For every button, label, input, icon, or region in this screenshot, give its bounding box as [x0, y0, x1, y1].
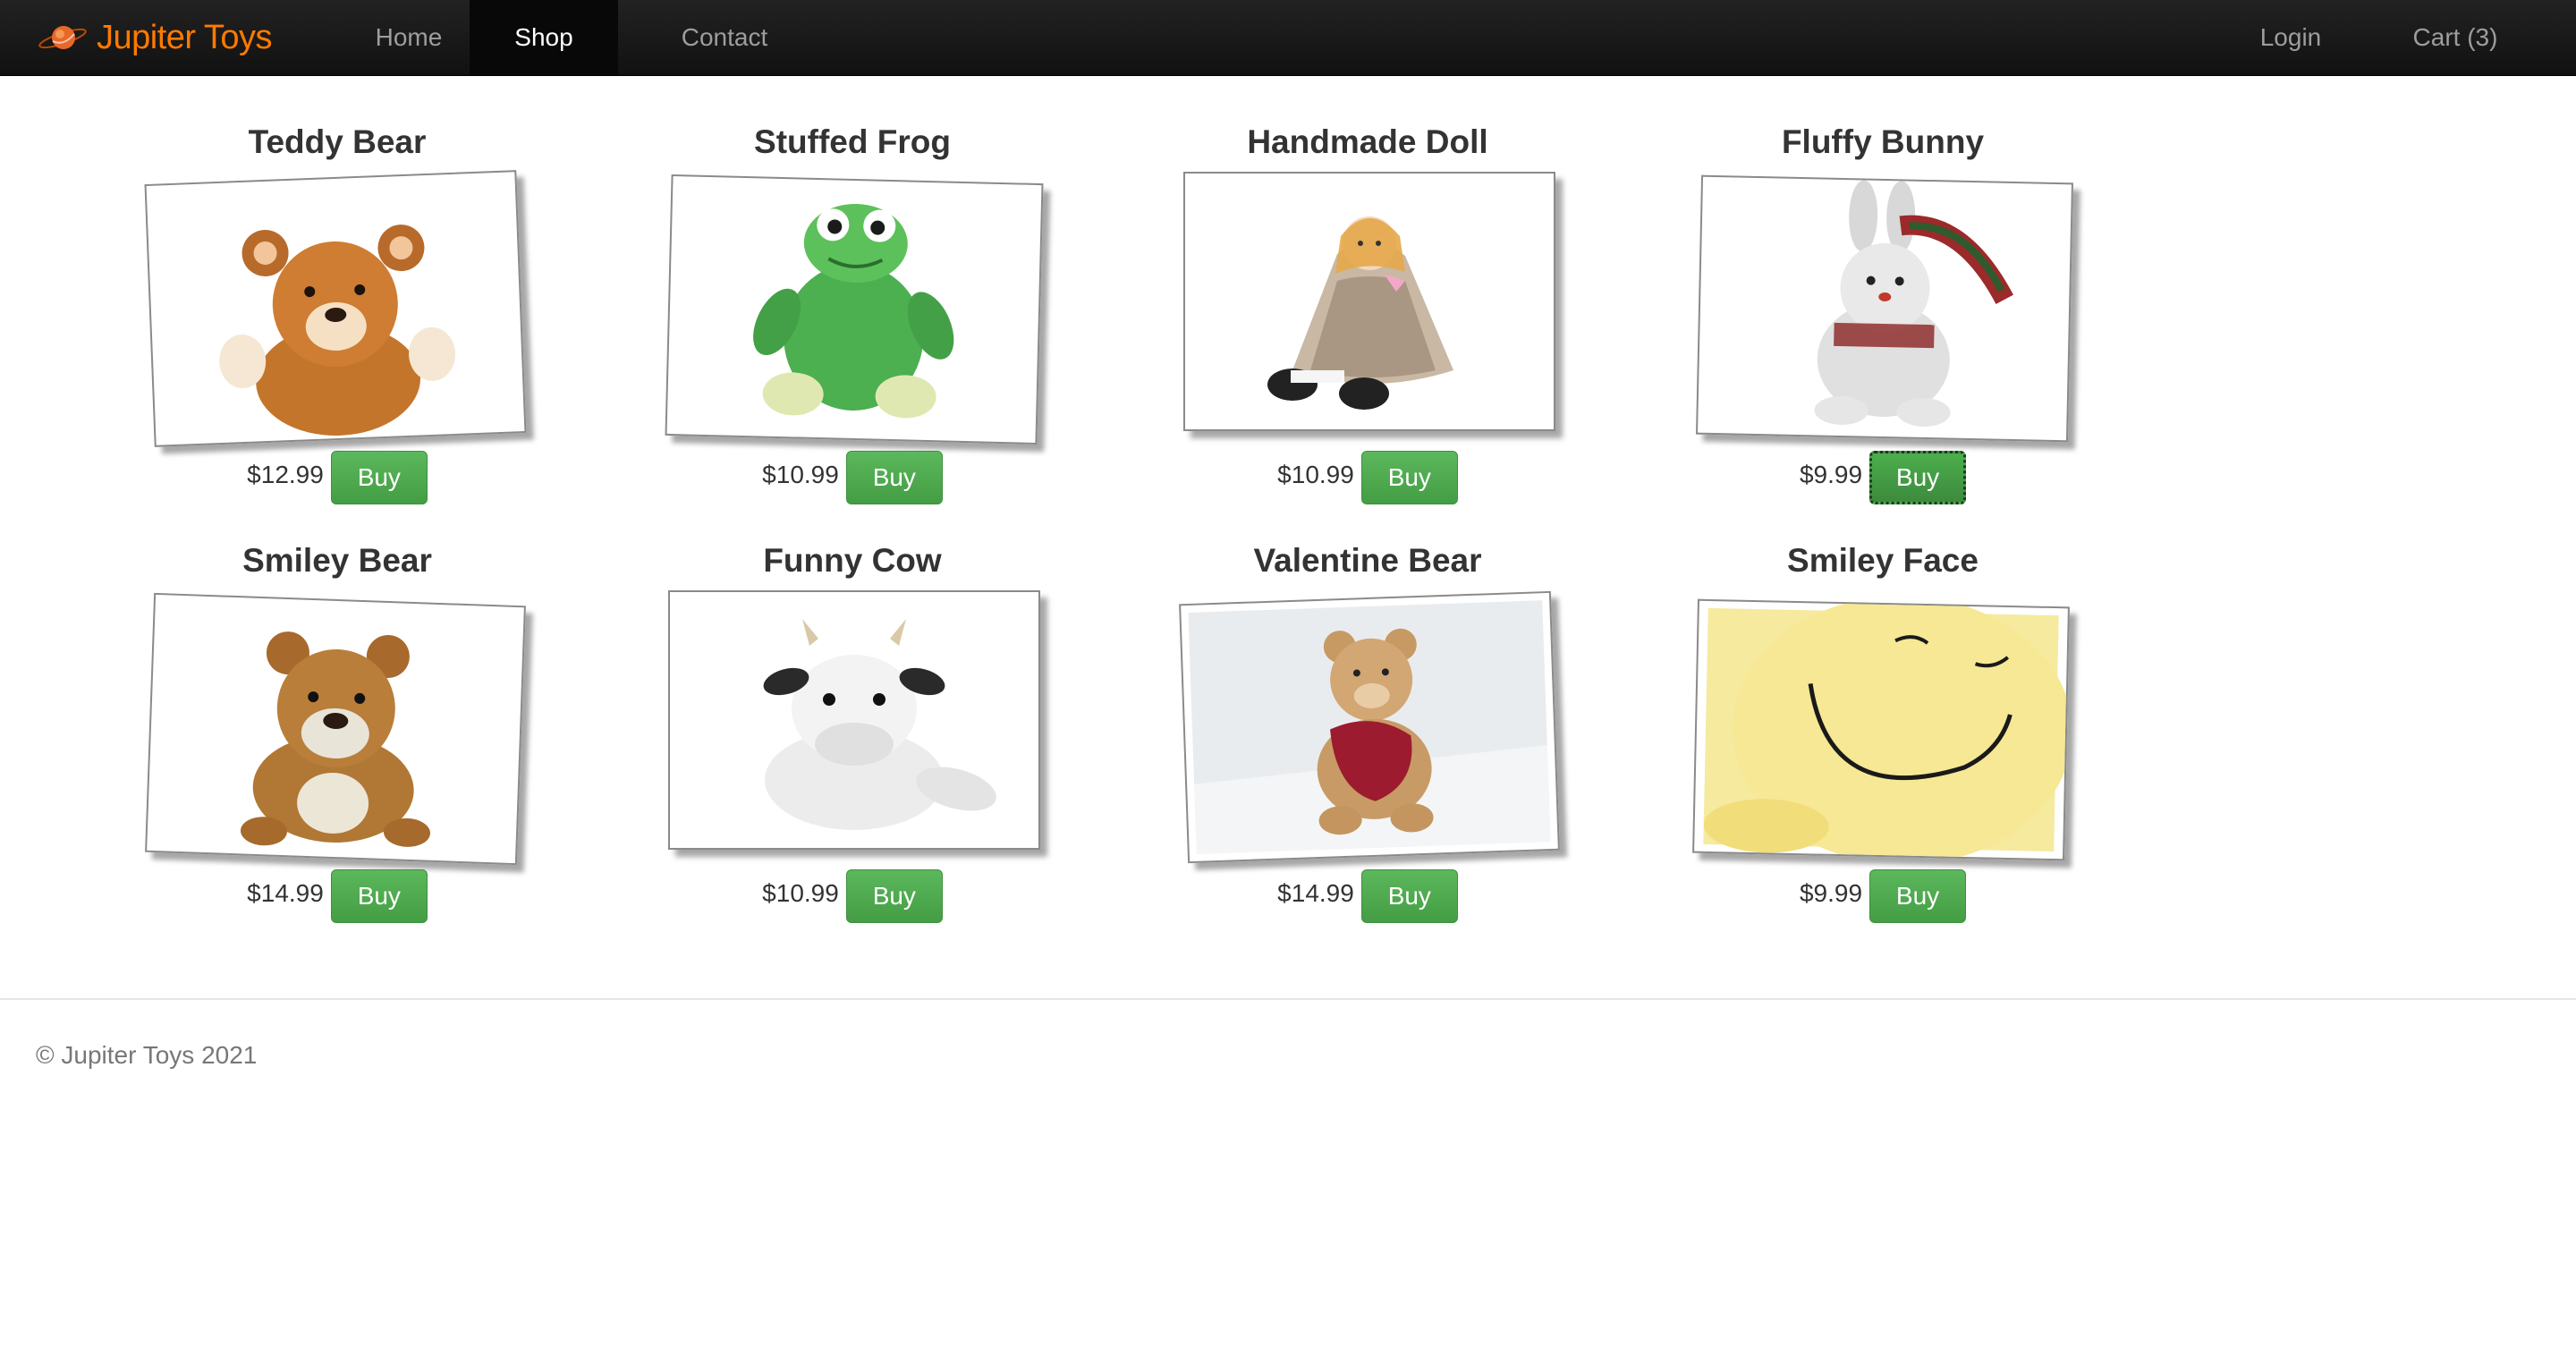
product-card: Smiley Face $9.99 Buy — [1650, 542, 2115, 927]
price-row: $10.99 Buy — [620, 451, 1085, 504]
nav-login[interactable]: Login — [2241, 0, 2340, 75]
product-price: $14.99 — [247, 879, 324, 907]
product-price: $10.99 — [762, 461, 839, 488]
teddy-bear-image — [219, 224, 456, 436]
product-card: Teddy Bear $12.99 Buy — [105, 123, 570, 508]
price-row: $10.99 Buy — [1135, 451, 1600, 504]
product-card: Valentine Bear $14.99 Buy — [1135, 542, 1600, 927]
handmade-doll-image — [1267, 216, 1453, 410]
product-price: $10.99 — [1277, 461, 1354, 488]
product-title: Stuffed Frog — [754, 123, 951, 160]
product-photo — [1179, 590, 1560, 864]
funny-cow-image — [763, 619, 996, 830]
fluffy-bunny-image — [1814, 180, 2013, 427]
product-title: Funny Cow — [763, 542, 942, 579]
nav-shop[interactable]: Shop — [470, 0, 618, 75]
product-title: Handmade Doll — [1247, 123, 1488, 160]
smiley-bear-image — [240, 631, 430, 847]
price-row: $9.99 Buy — [1650, 869, 2115, 923]
product-price: $14.99 — [1277, 879, 1354, 907]
product-title: Teddy Bear — [248, 123, 427, 160]
buy-button[interactable]: Buy — [845, 451, 943, 504]
footer-divider — [0, 998, 2576, 1000]
price-row: $10.99 Buy — [620, 869, 1085, 923]
top-navbar: Jupiter Toys Home Shop Contact Login Car… — [0, 0, 2576, 76]
stuffed-frog-image — [753, 204, 954, 419]
valentine-bear-image — [1188, 600, 1551, 854]
buy-button[interactable]: Buy — [1360, 869, 1458, 923]
buy-button[interactable]: Buy — [845, 869, 943, 923]
footer-copyright: © Jupiter Toys 2021 — [36, 1041, 258, 1069]
buy-button[interactable]: Buy — [1869, 869, 1967, 923]
product-title: Smiley Face — [1787, 542, 1979, 579]
product-title: Valentine Bear — [1253, 542, 1482, 579]
product-photo — [665, 174, 1044, 445]
product-card: Fluffy Bunny $9.99 Buy — [1650, 123, 2115, 508]
nav-cart[interactable]: Cart (3) — [2388, 0, 2522, 75]
product-photo — [144, 170, 527, 447]
product-card: Handmade Doll $10.99 Buy — [1135, 123, 1600, 508]
nav-home[interactable]: Home — [362, 0, 455, 75]
buy-button[interactable]: Buy — [1360, 451, 1458, 504]
product-price: $10.99 — [762, 879, 839, 907]
price-row: $9.99 Buy — [1650, 451, 2115, 504]
product-price: $9.99 — [1799, 461, 1863, 488]
buy-button[interactable]: Buy — [1869, 451, 1967, 504]
price-row: $14.99 Buy — [105, 869, 570, 923]
product-photo — [1183, 172, 1555, 431]
brand-name: Jupiter Toys — [97, 18, 273, 56]
product-photo — [145, 592, 526, 866]
buy-button[interactable]: Buy — [330, 451, 428, 504]
nav-contact[interactable]: Contact — [662, 0, 787, 75]
smiley-face-image — [1703, 600, 2068, 860]
product-photo — [1692, 598, 2070, 861]
product-photo — [1696, 174, 2073, 443]
product-price: $9.99 — [1799, 879, 1863, 907]
price-row: $14.99 Buy — [1135, 869, 1600, 923]
product-card: Smiley Bear $14.99 Buy — [105, 542, 570, 927]
brand-link[interactable]: Jupiter Toys — [36, 0, 273, 75]
product-photo — [668, 590, 1040, 850]
product-card: Funny Cow $10.99 Buy — [620, 542, 1085, 927]
product-price: $12.99 — [247, 461, 324, 488]
product-title: Fluffy Bunny — [1781, 123, 1985, 160]
planet-icon — [38, 26, 87, 49]
price-row: $12.99 Buy — [105, 451, 570, 504]
product-title: Smiley Bear — [242, 542, 432, 579]
buy-button[interactable]: Buy — [330, 869, 428, 923]
product-card: Stuffed Frog $10.99 Buy — [620, 123, 1085, 508]
